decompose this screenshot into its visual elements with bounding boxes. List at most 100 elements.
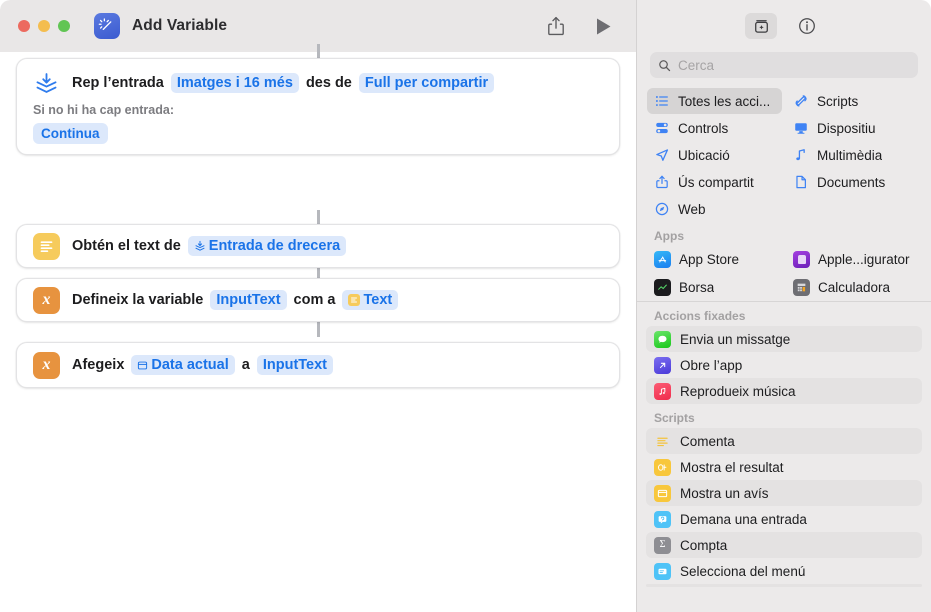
device-icon bbox=[793, 121, 809, 135]
action-token-input-types[interactable]: Imatges i 16 més bbox=[170, 73, 299, 93]
list-item-comment[interactable]: Comenta bbox=[646, 428, 922, 454]
list-item-show-alert[interactable]: Mostra un avís bbox=[646, 480, 922, 506]
list-item-choose-from-menu[interactable]: Selecciona del menú bbox=[646, 558, 922, 584]
window-title: Add Variable bbox=[132, 17, 228, 34]
scripts-list: Comenta Mostra el resultat Mostra un aví… bbox=[637, 428, 931, 587]
list-item-ask-input[interactable]: Demana una entrada bbox=[646, 506, 922, 532]
sidebar-item-sharing[interactable]: Ús compartit bbox=[647, 169, 782, 195]
action-token-shortcut-input[interactable]: Entrada de drecera bbox=[187, 236, 347, 256]
app-label: Apple...igurator bbox=[818, 251, 910, 267]
token-label: Entrada de drecera bbox=[208, 238, 341, 254]
action-card-set-variable[interactable]: x Defineix la variable InputText com a T… bbox=[16, 278, 620, 322]
sidebar-item-location[interactable]: Ubicació bbox=[647, 142, 782, 168]
action-button-continue[interactable]: Continua bbox=[33, 123, 108, 144]
list-item-label: Demana una entrada bbox=[680, 511, 807, 527]
app-item-apple-configurator[interactable]: Apple...igurator bbox=[786, 246, 921, 272]
list-item-label: Comenta bbox=[680, 433, 735, 449]
controls-icon bbox=[654, 121, 670, 135]
zoom-button[interactable] bbox=[58, 20, 70, 32]
share-icon bbox=[654, 175, 670, 189]
action-sublabel-no-input: Si no hi ha cap entrada: bbox=[33, 103, 174, 117]
sidebar-item-documents[interactable]: Documents bbox=[786, 169, 921, 195]
ask-input-icon bbox=[654, 510, 671, 528]
action-text-prefix: Rep l’entrada bbox=[72, 75, 164, 91]
window-toolbar bbox=[547, 16, 618, 36]
list-item-label: Mostra un avís bbox=[680, 485, 769, 501]
list-item-label: Obre l’app bbox=[680, 357, 743, 373]
sidebar-item-media[interactable]: Multimèdia bbox=[786, 142, 921, 168]
search-container: Cerca bbox=[637, 52, 931, 78]
app-label: App Store bbox=[679, 251, 740, 267]
action-card-add-to-variable[interactable]: x Afegeix Data actual a InputText bbox=[16, 342, 620, 388]
sidebar-item-controls[interactable]: Controls bbox=[647, 115, 782, 141]
scripts-section-title: Scripts bbox=[654, 411, 695, 425]
magic-wand-icon bbox=[98, 18, 112, 31]
list-item-show-result[interactable]: Mostra el resultat bbox=[646, 454, 922, 480]
list-item-count[interactable]: Σ Compta bbox=[646, 532, 922, 558]
messages-icon bbox=[654, 330, 671, 348]
sidebar-toolbar bbox=[637, 0, 931, 52]
app-item-stocks[interactable]: Borsa bbox=[647, 274, 782, 300]
app-label: Borsa bbox=[679, 279, 715, 295]
action-text-prefix: Defineix la variable bbox=[72, 292, 204, 308]
workflow-canvas: Rep l’entrada Imatges i 16 més des de Fu… bbox=[0, 44, 636, 612]
choose-menu-icon bbox=[654, 562, 671, 580]
date-icon bbox=[138, 361, 148, 369]
music-note-icon bbox=[793, 148, 809, 162]
action-text-middle: des de bbox=[305, 75, 352, 91]
sidebar-item-device[interactable]: Dispositiu bbox=[786, 115, 921, 141]
open-app-icon bbox=[654, 356, 671, 374]
action-library-button[interactable] bbox=[745, 13, 777, 39]
token-label: Text bbox=[363, 292, 393, 308]
action-token-target-variable[interactable]: InputText bbox=[256, 355, 334, 375]
close-button[interactable] bbox=[18, 20, 30, 32]
category-label: Web bbox=[678, 201, 706, 217]
action-token-variable-name[interactable]: InputText bbox=[210, 290, 287, 310]
receive-input-icon bbox=[33, 70, 60, 97]
share-button[interactable] bbox=[547, 16, 565, 36]
list-item-partial bbox=[646, 584, 922, 587]
action-library-icon bbox=[754, 19, 768, 33]
document-icon bbox=[793, 175, 809, 189]
category-label: Dispositiu bbox=[817, 120, 876, 136]
run-button[interactable] bbox=[595, 17, 612, 36]
share-icon bbox=[548, 16, 564, 36]
action-card-get-text[interactable]: Obtén el text de Entrada de drecera bbox=[16, 224, 620, 268]
list-item-label: Compta bbox=[680, 537, 728, 553]
token-label: Data actual bbox=[151, 357, 229, 373]
search-input[interactable]: Cerca bbox=[650, 52, 918, 78]
action-token-value[interactable]: Text bbox=[342, 290, 399, 310]
calculator-icon bbox=[793, 278, 810, 296]
sidebar-item-web[interactable]: Web bbox=[647, 196, 782, 222]
scripts-icon bbox=[793, 94, 809, 108]
app-item-app-store[interactable]: App Store bbox=[647, 246, 782, 272]
list-item-play-music[interactable]: Reprodueix música bbox=[646, 378, 922, 404]
variable-x-icon: x bbox=[33, 286, 60, 314]
sidebar-item-all-actions[interactable]: Totes les acci... bbox=[647, 88, 782, 114]
action-card-receive-input[interactable]: Rep l’entrada Imatges i 16 més des de Fu… bbox=[16, 58, 620, 155]
text-lines-icon bbox=[33, 232, 60, 260]
show-alert-icon bbox=[654, 484, 671, 502]
action-token-current-date[interactable]: Data actual bbox=[131, 355, 235, 375]
music-icon bbox=[654, 382, 671, 400]
app-label: Calculadora bbox=[818, 279, 891, 295]
app-store-icon bbox=[654, 250, 671, 268]
stocks-icon bbox=[654, 278, 671, 296]
action-token-source[interactable]: Full per compartir bbox=[358, 73, 495, 93]
text-lines-small-icon bbox=[348, 294, 361, 306]
count-sigma-icon: Σ bbox=[654, 536, 671, 554]
shortcuts-editor-window: Add Variable Rep l’entrada Imatges i 16 … bbox=[0, 0, 931, 612]
app-item-calculator[interactable]: Calculadora bbox=[786, 274, 921, 300]
minimize-button[interactable] bbox=[38, 20, 50, 32]
variable-x-icon: x bbox=[33, 351, 60, 379]
editor-pane: Add Variable Rep l’entrada Imatges i 16 … bbox=[0, 0, 636, 612]
safari-compass-icon bbox=[654, 202, 670, 216]
pinned-list: Envia un missatge Obre l’app Reprodueix … bbox=[637, 326, 931, 404]
info-button[interactable] bbox=[791, 13, 823, 39]
show-result-icon bbox=[654, 458, 671, 476]
category-label: Ús compartit bbox=[678, 174, 754, 190]
list-item-open-app[interactable]: Obre l’app bbox=[646, 352, 922, 378]
list-item-label: Reprodueix música bbox=[680, 383, 796, 399]
sidebar-item-scripts[interactable]: Scripts bbox=[786, 88, 921, 114]
list-item-send-message[interactable]: Envia un missatge bbox=[646, 326, 922, 352]
